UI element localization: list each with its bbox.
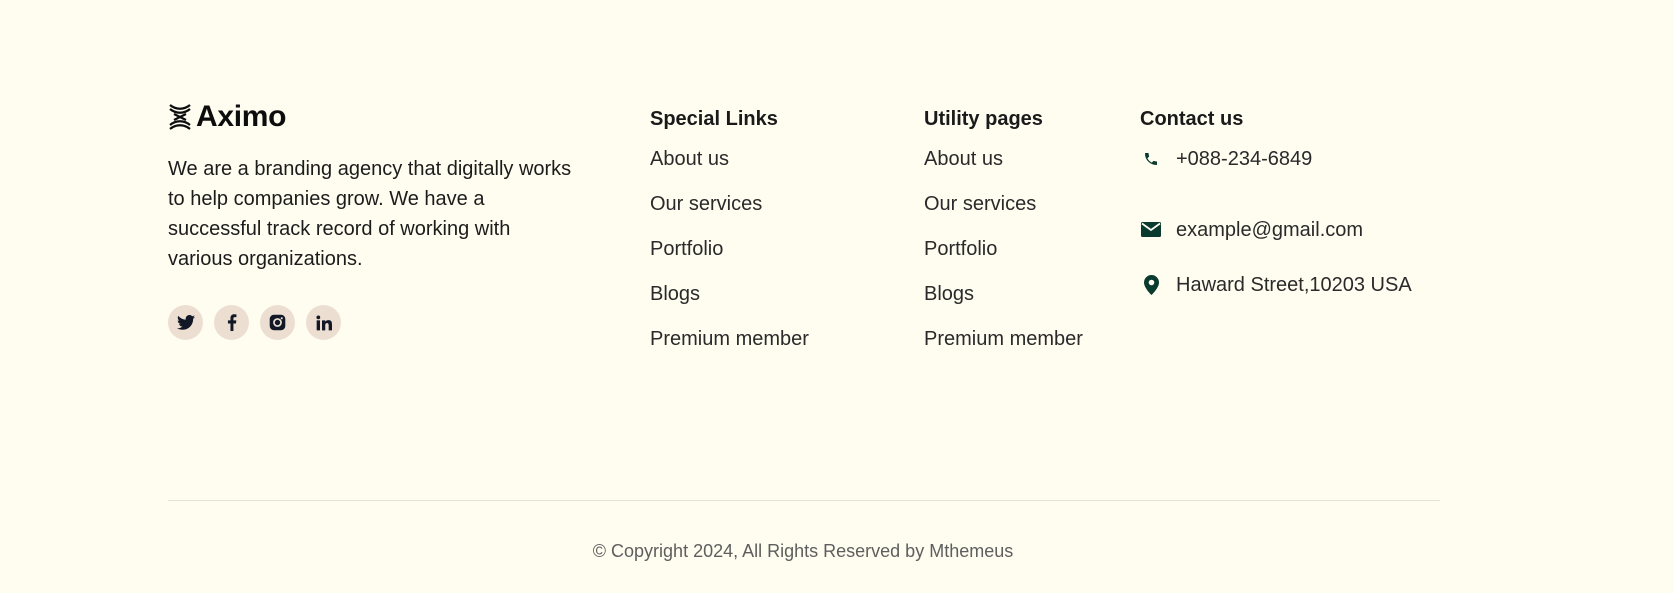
contact-title: Contact us [1140, 108, 1244, 130]
contact-list: +088-234-6849 example@gmail.com Haward S… [1140, 147, 1412, 312]
instagram-button[interactable] [260, 305, 295, 340]
aximo-logo-icon [168, 104, 192, 130]
special-links-column: Special Links About us Our services Port… [650, 106, 809, 372]
brand-name: Aximo [196, 100, 287, 133]
contact-phone-text: +088-234-6849 [1176, 148, 1313, 170]
special-links-title: Special Links [650, 108, 778, 130]
special-link-blogs[interactable]: Blogs [650, 282, 700, 306]
facebook-icon [227, 314, 236, 331]
utility-link-blogs[interactable]: Blogs [924, 282, 974, 306]
social-links [168, 305, 578, 340]
utility-link-services[interactable]: Our services [924, 192, 1036, 216]
special-link-premium[interactable]: Premium member [650, 327, 809, 351]
special-link-portfolio[interactable]: Portfolio [650, 237, 723, 261]
contact-address[interactable]: Haward Street,10203 USA [1140, 257, 1412, 312]
footer-logo[interactable]: Aximo [168, 100, 578, 134]
utility-pages-column: Utility pages About us Our services Port… [924, 106, 1083, 372]
utility-pages-title: Utility pages [924, 108, 1043, 130]
contact-address-text: Haward Street,10203 USA [1176, 273, 1412, 296]
twitter-button[interactable] [168, 305, 203, 340]
contact-column: Contact us +088-234-6849 example@gmail.c… [1140, 106, 1412, 312]
site-footer: Aximo We are a branding agency that digi… [0, 0, 1674, 593]
copyright-text: © Copyright 2024, All Rights Reserved by… [592, 541, 1014, 561]
special-link-services[interactable]: Our services [650, 192, 762, 216]
contact-email[interactable]: example@gmail.com [1140, 202, 1412, 257]
footer-divider [168, 500, 1440, 501]
utility-link-portfolio[interactable]: Portfolio [924, 237, 997, 261]
contact-email-text: example@gmail.com [1176, 218, 1364, 241]
linkedin-icon [315, 314, 332, 330]
footer-brand: Aximo We are a branding agency that digi… [168, 100, 578, 340]
special-link-about[interactable]: About us [650, 147, 729, 171]
facebook-button[interactable] [214, 305, 249, 340]
instagram-icon [269, 314, 286, 331]
brand-description: We are a branding agency that digitally … [168, 158, 572, 270]
utility-link-premium[interactable]: Premium member [924, 327, 1083, 351]
special-links-list: About us Our services Portfolio Blogs Pr… [650, 147, 809, 372]
map-pin-icon [1140, 274, 1162, 296]
utility-pages-list: About us Our services Portfolio Blogs Pr… [924, 147, 1083, 372]
linkedin-button[interactable] [306, 305, 341, 340]
contact-phone[interactable]: +088-234-6849 [1140, 147, 1412, 171]
utility-link-about[interactable]: About us [924, 147, 1003, 171]
twitter-icon [176, 315, 195, 330]
envelope-icon [1140, 219, 1162, 241]
phone-icon [1140, 148, 1162, 170]
